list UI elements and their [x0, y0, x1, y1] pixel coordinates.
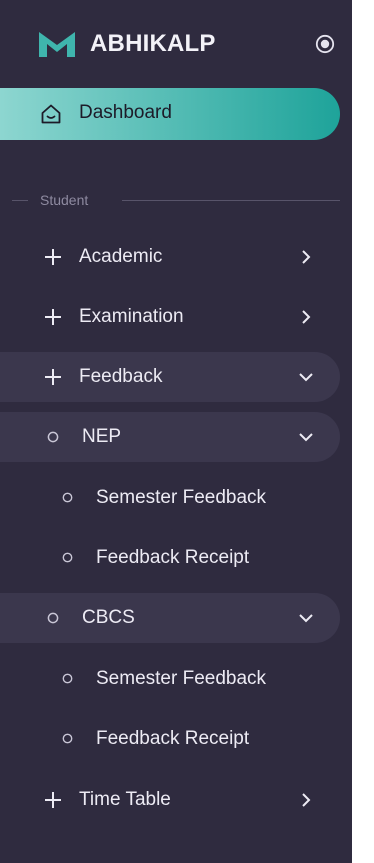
- circle-icon: [62, 673, 73, 684]
- nav-subitem-label: Semester Feedback: [96, 668, 267, 689]
- circle-icon: [47, 612, 59, 624]
- nav-item-nep[interactable]: NEP: [0, 412, 340, 462]
- chevron-down-icon: [299, 433, 313, 442]
- section-header-student: Student: [0, 188, 340, 212]
- circle-icon: [62, 733, 73, 744]
- nav-item-cbcs[interactable]: CBCS: [0, 593, 340, 643]
- nav-item-examination[interactable]: Examination: [0, 292, 340, 342]
- nav-item-label: Academic: [79, 246, 163, 267]
- brand[interactable]: ABHIKALP: [38, 28, 348, 60]
- nav-item-label: Time Table: [79, 789, 171, 810]
- nav-item-label: Dashboard: [79, 102, 172, 123]
- chevron-down-icon: [299, 373, 313, 382]
- nav-item-label: Examination: [79, 306, 184, 327]
- home-icon: [41, 104, 61, 124]
- circle-icon: [47, 431, 59, 443]
- nav-item-feedback[interactable]: Feedback: [0, 352, 340, 402]
- chevron-right-icon: [302, 793, 311, 807]
- section-label: Student: [40, 192, 89, 208]
- m-logo-icon: [39, 32, 75, 57]
- sidebar: ABHIKALP Dashboard Student Academic Exam…: [0, 0, 352, 863]
- brand-name: ABHIKALP: [90, 30, 216, 57]
- plus-icon: [45, 369, 61, 385]
- nav-subitem-cbcs-feedback-receipt[interactable]: Feedback Receipt: [0, 716, 340, 760]
- nav-item-dashboard[interactable]: Dashboard: [0, 88, 340, 140]
- plus-icon: [45, 792, 61, 808]
- circle-icon: [62, 552, 73, 563]
- circle-icon: [62, 492, 73, 503]
- nav-subitem-label: Feedback Receipt: [96, 547, 250, 568]
- chevron-down-icon: [299, 614, 313, 623]
- divider: [122, 200, 340, 201]
- nav-subitem-nep-semester-feedback[interactable]: Semester Feedback: [0, 475, 340, 519]
- nav-item-label: Feedback: [79, 366, 163, 387]
- chevron-right-icon: [302, 250, 311, 264]
- plus-icon: [45, 249, 61, 265]
- nav-subitem-label: Feedback Receipt: [96, 728, 250, 749]
- nav-subitem-nep-feedback-receipt[interactable]: Feedback Receipt: [0, 535, 340, 579]
- nav-subitem-cbcs-semester-feedback[interactable]: Semester Feedback: [0, 656, 340, 700]
- nav-item-time-table[interactable]: Time Table: [0, 775, 340, 825]
- nav-item-label: CBCS: [82, 607, 135, 628]
- nav-item-label: NEP: [82, 426, 122, 447]
- divider: [12, 200, 28, 201]
- plus-icon: [45, 309, 61, 325]
- chevron-right-icon: [302, 310, 311, 324]
- nav-subitem-label: Semester Feedback: [96, 487, 267, 508]
- nav-item-academic[interactable]: Academic: [0, 232, 340, 282]
- sidebar-toggle-icon[interactable]: [315, 34, 335, 54]
